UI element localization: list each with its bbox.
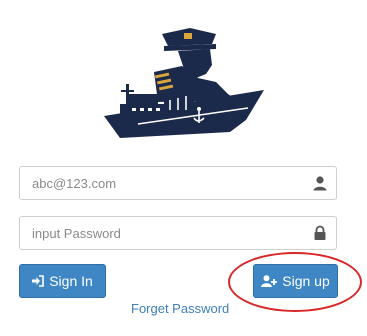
forget-password-link[interactable]: Forget Password — [131, 301, 229, 316]
password-input[interactable] — [20, 217, 305, 249]
captain-ship-logo — [104, 28, 264, 138]
login-page: Sign In Sign up Forget Password — [0, 0, 367, 336]
email-input[interactable] — [20, 167, 305, 199]
lock-icon — [314, 225, 326, 240]
sign-up-button[interactable]: Sign up — [253, 264, 338, 298]
sign-up-label: Sign up — [282, 273, 330, 289]
user-icon — [313, 176, 327, 191]
email-field[interactable] — [19, 166, 337, 200]
sign-in-icon — [32, 275, 45, 287]
sign-in-label: Sign In — [49, 273, 93, 289]
password-field[interactable] — [19, 216, 337, 250]
sign-in-button[interactable]: Sign In — [19, 264, 106, 298]
user-plus-icon — [261, 275, 278, 287]
